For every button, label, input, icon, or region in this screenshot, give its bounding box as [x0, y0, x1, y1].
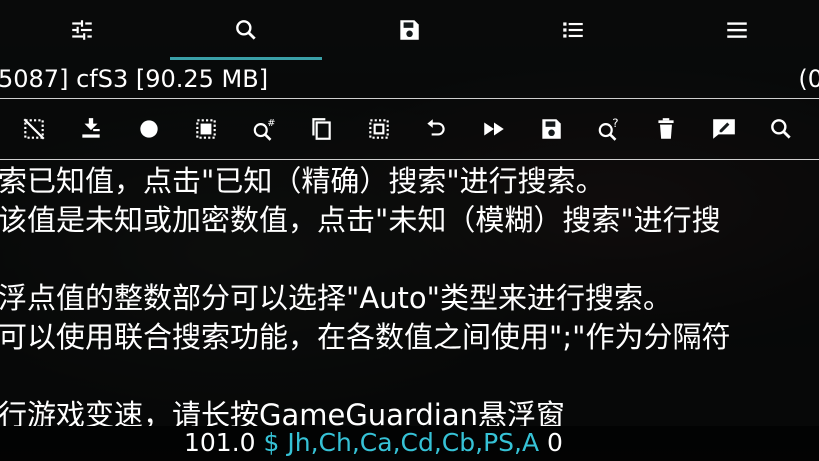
- select-inverse-button[interactable]: [350, 99, 408, 159]
- help-line: [0, 240, 819, 279]
- undo-icon: [427, 119, 445, 136]
- value-types: Jh,Ch,Ca,Cd,Cb,PS,A: [287, 428, 540, 457]
- record-icon: [140, 120, 158, 138]
- save-icon: [400, 20, 420, 40]
- save-list-button[interactable]: [523, 99, 581, 159]
- settings-sliders-icon: [72, 20, 92, 40]
- fast-forward-button[interactable]: [465, 99, 523, 159]
- copy-icon: [312, 118, 331, 140]
- select-inverse-icon: [369, 119, 389, 139]
- help-text: 索已知值，点击"已知（精确）搜索"进行搜索。 该值是未知或加密数值，点击"未知（…: [0, 162, 819, 426]
- undo-button[interactable]: [408, 99, 466, 159]
- status-text: 101.0 $ Jh,Ch,Ca,Cd,Cb,PS,A 0: [184, 428, 563, 457]
- process-count: (0: [798, 65, 819, 93]
- edit-comment-icon: [712, 119, 735, 139]
- import-icon: [82, 118, 100, 138]
- select-none-button[interactable]: [5, 99, 63, 159]
- help-line: 行游戏变速，请长按GameGuardian悬浮窗: [0, 398, 565, 426]
- tab-list[interactable]: [491, 0, 655, 60]
- select-all-icon: [196, 119, 216, 139]
- menu-icon: [727, 22, 747, 38]
- process-label: 5087] cfS3 [90.25 MB]: [0, 65, 269, 93]
- tab-bar: [0, 0, 819, 60]
- search-unknown-icon: ?: [598, 116, 618, 141]
- save-icon: [542, 119, 561, 139]
- search-hash-button[interactable]: #: [235, 99, 293, 159]
- result-count: 0: [547, 428, 563, 457]
- search-toolbar: # ?: [0, 99, 819, 160]
- fast-forward-icon: [484, 122, 504, 136]
- status-bar[interactable]: 101.0 $ Jh,Ch,Ca,Cd,Cb,PS,A 0: [0, 426, 819, 461]
- tab-menu[interactable]: [655, 0, 819, 60]
- help-line: 可以使用联合搜索功能，在各数值之间使用";"作为分隔符: [0, 320, 731, 354]
- delete-button[interactable]: [638, 99, 696, 159]
- process-info-bar[interactable]: 5087] cfS3 [90.25 MB] (0: [0, 60, 819, 99]
- help-line: [0, 357, 819, 396]
- record-button[interactable]: [120, 99, 178, 159]
- select-all-button[interactable]: [178, 99, 236, 159]
- search-hash-icon: #: [253, 118, 275, 141]
- search-value: 101.0: [184, 428, 256, 457]
- import-button[interactable]: [63, 99, 121, 159]
- edit-comment-button[interactable]: [695, 99, 753, 159]
- search-button[interactable]: [753, 99, 811, 159]
- tab-search[interactable]: [164, 0, 328, 60]
- delete-icon: [658, 118, 674, 139]
- tab-saved[interactable]: [328, 0, 492, 60]
- tab-settings[interactable]: [0, 0, 164, 60]
- search-unknown-button[interactable]: ?: [580, 99, 638, 159]
- search-icon: [771, 119, 791, 139]
- search-icon: [235, 20, 256, 40]
- list-icon: [563, 22, 584, 38]
- svg-text:#: #: [267, 118, 275, 129]
- select-none-icon: [23, 118, 45, 140]
- dollar-sign: $: [263, 428, 280, 457]
- copy-button[interactable]: [293, 99, 351, 159]
- help-line: 浮点值的整数部分可以选择"Auto"类型来进行搜索。: [0, 281, 673, 315]
- help-line: 该值是未知或加密数值，点击"未知（模糊）搜索"进行搜: [0, 203, 721, 237]
- help-line: 索已知值，点击"已知（精确）搜索"进行搜索。: [0, 164, 605, 198]
- svg-text:?: ?: [612, 116, 618, 130]
